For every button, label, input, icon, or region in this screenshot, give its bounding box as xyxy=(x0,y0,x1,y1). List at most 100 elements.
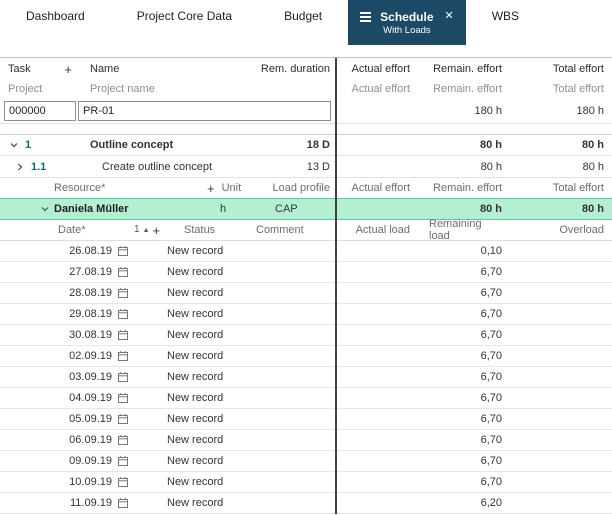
task-row-1[interactable]: 1 Outline concept 18 D 80 h 80 h xyxy=(0,134,612,156)
calendar-icon[interactable] xyxy=(112,434,134,446)
date-cell[interactable]: 27.08.19 xyxy=(50,266,112,278)
remaining-load-cell[interactable]: 6,70 xyxy=(415,413,508,425)
remaining-load-cell[interactable]: 6,20 xyxy=(415,497,508,509)
status-cell: New record xyxy=(164,350,256,362)
date-cell[interactable]: 28.08.19 xyxy=(50,287,112,299)
date-cell[interactable]: 02.09.19 xyxy=(50,350,112,362)
task-column-header: Task xyxy=(8,63,31,75)
task-number[interactable]: 1.1 xyxy=(31,161,46,173)
tab-dashboard[interactable]: Dashboard xyxy=(0,0,111,32)
remaining-load-cell[interactable]: 6,70 xyxy=(415,287,508,299)
add-resource-icon[interactable]: + xyxy=(207,182,215,195)
chevron-down-icon[interactable] xyxy=(8,140,20,150)
load-row: 10.09.19 New record 6 xyxy=(0,472,612,493)
calendar-icon[interactable] xyxy=(112,266,134,278)
date-cell[interactable]: 05.09.19 xyxy=(50,413,112,425)
remaining-load-cell[interactable]: 0,10 xyxy=(415,245,508,257)
tab-project-core-data[interactable]: Project Core Data xyxy=(111,0,258,32)
remaining-load-cell[interactable]: 6,70 xyxy=(415,371,508,383)
task-row-1-1[interactable]: 1.1 Create outline concept 13 D 80 h 80 … xyxy=(0,156,612,178)
project-total-effort-label: Total effort xyxy=(508,83,612,95)
remaining-load-column-header: Remaining load xyxy=(415,218,508,242)
calendar-icon[interactable] xyxy=(112,392,134,404)
tab-schedule[interactable]: Schedule ✕ With Loads xyxy=(348,0,466,45)
date-cell[interactable]: 30.08.19 xyxy=(50,329,112,341)
calendar-icon[interactable] xyxy=(112,350,134,362)
load-row: 02.09.19 New record 6 xyxy=(0,346,612,367)
status-cell: New record xyxy=(164,455,256,467)
remaining-load-cell[interactable]: 6,70 xyxy=(415,308,508,320)
resource-name: Daniela Müller xyxy=(54,203,201,215)
add-task-icon[interactable]: + xyxy=(64,63,72,76)
actual-load-column-header: Actual load xyxy=(337,224,415,236)
calendar-icon[interactable] xyxy=(112,413,134,425)
resource-row[interactable]: Daniela Müller h CAP 80 h 80 h xyxy=(0,198,612,220)
date-cell[interactable]: 26.08.19 xyxy=(50,245,112,257)
load-row: 09.09.19 New record 6 xyxy=(0,451,612,472)
tab-budget[interactable]: Budget xyxy=(258,0,348,32)
task-rem-duration: 18 D xyxy=(249,139,337,151)
schedule-grid: Task + Name Rem. duration Actual effort … xyxy=(0,57,612,514)
remaining-load-cell[interactable]: 6,70 xyxy=(415,329,508,341)
date-cell[interactable]: 06.09.19 xyxy=(50,434,112,446)
calendar-icon[interactable] xyxy=(112,308,134,320)
calendar-icon[interactable] xyxy=(112,497,134,509)
calendar-icon[interactable] xyxy=(112,371,134,383)
remaining-load-cell[interactable]: 6,70 xyxy=(415,350,508,362)
tab-wbs[interactable]: WBS xyxy=(466,0,545,32)
remaining-load-cell[interactable]: 6,70 xyxy=(415,434,508,446)
sort-ascending-icon[interactable]: 1 xyxy=(134,225,140,235)
close-icon[interactable]: ✕ xyxy=(445,11,454,22)
menu-icon[interactable] xyxy=(360,12,371,22)
resource-unit: h xyxy=(207,203,226,215)
calendar-icon[interactable] xyxy=(112,455,134,467)
load-row: 28.08.19 New record 6 xyxy=(0,283,612,304)
load-row: 29.08.19 New record 6 xyxy=(0,304,612,325)
chevron-right-icon[interactable] xyxy=(14,162,26,172)
status-cell: New record xyxy=(164,434,256,446)
status-cell: New record xyxy=(164,392,256,404)
project-number-input[interactable] xyxy=(4,101,76,121)
remaining-load-cell[interactable]: 6,70 xyxy=(415,392,508,404)
date-column-header: Date* xyxy=(50,224,112,236)
total-effort-column-header: Total effort xyxy=(508,63,612,75)
status-cell: New record xyxy=(164,371,256,383)
project-remain-effort-label: Remain. effort xyxy=(415,83,508,95)
actual-effort-column-header: Actual effort xyxy=(337,63,415,75)
unit-column-header: Unit xyxy=(222,182,242,194)
task-name: Outline concept xyxy=(78,139,249,151)
resource-actual-effort-header: Actual effort xyxy=(337,182,415,194)
calendar-icon[interactable] xyxy=(112,329,134,341)
column-divider xyxy=(335,58,337,514)
tab-schedule-subtitle: With Loads xyxy=(383,26,431,36)
status-cell: New record xyxy=(164,497,256,509)
calendar-icon[interactable] xyxy=(112,245,134,257)
tab-bar: Dashboard Project Core Data Budget Sched… xyxy=(0,0,612,45)
chevron-down-icon[interactable] xyxy=(39,204,51,214)
date-cell[interactable]: 09.09.19 xyxy=(50,455,112,467)
date-cell[interactable]: 29.08.19 xyxy=(50,308,112,320)
task-number[interactable]: 1 xyxy=(25,139,31,151)
schedule-page: Dashboard Project Core Data Budget Sched… xyxy=(0,0,612,515)
project-name-input[interactable] xyxy=(78,101,331,121)
status-cell: New record xyxy=(164,287,256,299)
remaining-load-cell[interactable]: 6,70 xyxy=(415,266,508,278)
project-remain-effort-value: 180 h xyxy=(415,105,508,117)
calendar-icon[interactable] xyxy=(112,476,134,488)
task-total-effort: 80 h xyxy=(508,139,612,151)
date-cell[interactable]: 04.09.19 xyxy=(50,392,112,404)
date-cell[interactable]: 10.09.19 xyxy=(50,476,112,488)
task-name: Create outline concept xyxy=(78,161,249,173)
load-row: 11.09.19 New record 6 xyxy=(0,493,612,514)
name-column-header: Name xyxy=(78,63,249,75)
task-remain-effort: 80 h xyxy=(415,139,508,151)
remaining-load-cell[interactable]: 6,70 xyxy=(415,455,508,467)
spacer xyxy=(0,45,612,57)
date-cell[interactable]: 03.09.19 xyxy=(50,371,112,383)
remaining-load-cell[interactable]: 6,70 xyxy=(415,476,508,488)
project-label: Project xyxy=(0,83,78,95)
add-load-row-icon[interactable]: + xyxy=(153,224,161,237)
calendar-icon[interactable] xyxy=(112,287,134,299)
date-cell[interactable]: 11.09.19 xyxy=(50,497,112,509)
tab-schedule-label: Schedule xyxy=(380,10,433,24)
